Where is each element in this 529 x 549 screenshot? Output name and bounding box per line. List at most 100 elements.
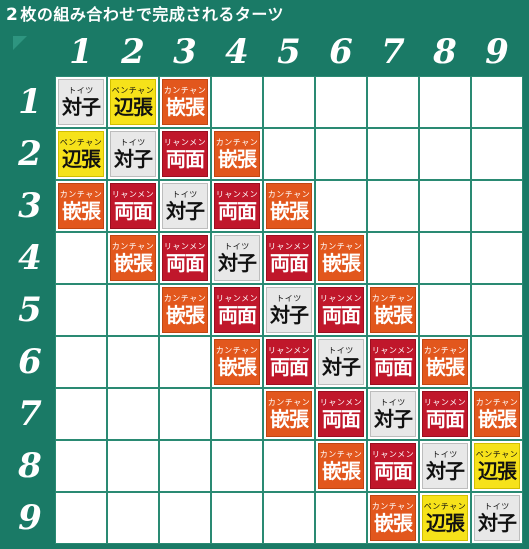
title-text: 枚の組み合わせで完成されるターツ: [20, 5, 285, 24]
column-header-2: 2: [107, 28, 159, 76]
cell-r3-c3: トイツ 対子: [159, 180, 211, 232]
penchan-tile: ペンチャン 辺張: [58, 131, 104, 177]
cell-r1-c6: [315, 76, 367, 128]
cell-r6-c4: カンチャン 嵌張: [211, 336, 263, 388]
cell-r5-c3: カンチャン 嵌張: [159, 284, 211, 336]
cell-r9-c9: トイツ 対子: [471, 492, 523, 544]
tile-label: 嵌張: [166, 303, 205, 327]
cell-r1-c3: カンチャン 嵌張: [159, 76, 211, 128]
cell-r9-c4: [211, 492, 263, 544]
cell-r6-c8: カンチャン 嵌張: [419, 336, 471, 388]
kanchan-tile: カンチャン 嵌張: [214, 339, 260, 385]
toitsu-tile: トイツ 対子: [474, 495, 520, 541]
cell-r7-c8: リャンメン 両面: [419, 388, 471, 440]
kanchan-tile: カンチャン 嵌張: [474, 391, 520, 437]
cell-r4-c8: [419, 232, 471, 284]
cell-r6-c6: トイツ 対子: [315, 336, 367, 388]
row-header-6: 6: [5, 336, 55, 388]
ryanmen-tile: リャンメン 両面: [318, 287, 364, 333]
toitsu-tile: トイツ 対子: [318, 339, 364, 385]
cell-r2-c6: [315, 128, 367, 180]
cell-r1-c4: [211, 76, 263, 128]
cell-r4-c7: [367, 232, 419, 284]
tile-label: 両面: [218, 303, 257, 327]
kanchan-tile: カンチャン 嵌張: [370, 495, 416, 541]
cell-r1-c7: [367, 76, 419, 128]
tile-label: 辺張: [114, 95, 153, 119]
toitsu-tile: トイツ 対子: [162, 183, 208, 229]
toitsu-tile: トイツ 対子: [58, 79, 104, 125]
tile-label: 対子: [322, 355, 361, 379]
penchan-tile: ペンチャン 辺張: [422, 495, 468, 541]
tile-label: 嵌張: [218, 355, 257, 379]
tile-label: 嵌張: [322, 459, 361, 483]
cell-r1-c1: トイツ 対子: [55, 76, 107, 128]
tile-label: 嵌張: [270, 199, 309, 223]
toitsu-tile: トイツ 対子: [110, 131, 156, 177]
column-header-9: 9: [471, 28, 523, 76]
cell-r2-c7: [367, 128, 419, 180]
column-header-5: 5: [263, 28, 315, 76]
tile-label: 対子: [114, 147, 153, 171]
cell-r1-c8: [419, 76, 471, 128]
cell-r2-c9: [471, 128, 523, 180]
kanchan-tile: カンチャン 嵌張: [58, 183, 104, 229]
row-header-5: 5: [5, 284, 55, 336]
cell-r8-c3: [159, 440, 211, 492]
column-header-7: 7: [367, 28, 419, 76]
cell-r9-c2: [107, 492, 159, 544]
cell-r9-c6: [315, 492, 367, 544]
tile-label: 嵌張: [478, 407, 517, 431]
toitsu-tile: トイツ 対子: [370, 391, 416, 437]
cell-r8-c2: [107, 440, 159, 492]
tile-label: 両面: [322, 303, 361, 327]
cell-r3-c1: カンチャン 嵌張: [55, 180, 107, 232]
tile-label: 嵌張: [218, 147, 257, 171]
cell-r8-c7: リャンメン 両面: [367, 440, 419, 492]
tile-label: 両面: [426, 407, 465, 431]
tile-label: 辺張: [62, 147, 101, 171]
cell-r8-c4: [211, 440, 263, 492]
tile-label: 両面: [218, 199, 257, 223]
cell-r6-c5: リャンメン 両面: [263, 336, 315, 388]
tile-label: 嵌張: [62, 199, 101, 223]
kanchan-tile: カンチャン 嵌張: [370, 287, 416, 333]
cell-r4-c6: カンチャン 嵌張: [315, 232, 367, 284]
tile-label: 嵌張: [374, 303, 413, 327]
tile-label: 嵌張: [114, 251, 153, 275]
row-header-8: 8: [5, 440, 55, 492]
cell-r5-c4: リャンメン 両面: [211, 284, 263, 336]
cell-r8-c1: [55, 440, 107, 492]
tile-label: 嵌張: [322, 251, 361, 275]
cell-r9-c3: [159, 492, 211, 544]
cell-r7-c5: カンチャン 嵌張: [263, 388, 315, 440]
cell-r2-c1: ペンチャン 辺張: [55, 128, 107, 180]
cell-r2-c3: リャンメン 両面: [159, 128, 211, 180]
toitsu-tile: トイツ 対子: [422, 443, 468, 489]
cell-r8-c6: カンチャン 嵌張: [315, 440, 367, 492]
tile-label: 嵌張: [270, 407, 309, 431]
cell-r2-c8: [419, 128, 471, 180]
tile-label: 両面: [114, 199, 153, 223]
tile-label: 両面: [270, 355, 309, 379]
kanchan-tile: カンチャン 嵌張: [214, 131, 260, 177]
tile-label: 対子: [426, 459, 465, 483]
row-header-9: 9: [5, 492, 55, 544]
row-header-2: 2: [5, 128, 55, 180]
column-header-1: 1: [55, 28, 107, 76]
tile-label: 対子: [270, 303, 309, 327]
cell-r1-c5: [263, 76, 315, 128]
cell-r9-c8: ペンチャン 辺張: [419, 492, 471, 544]
cell-r1-c2: ペンチャン 辺張: [107, 76, 159, 128]
cell-r2-c5: [263, 128, 315, 180]
cell-r7-c3: [159, 388, 211, 440]
ryanmen-tile: リャンメン 両面: [422, 391, 468, 437]
corner-triangle-icon: [13, 36, 27, 50]
tile-label: 両面: [166, 251, 205, 275]
corner-cell: [5, 28, 55, 76]
ryanmen-tile: リャンメン 両面: [318, 391, 364, 437]
tile-label: 対子: [62, 95, 101, 119]
tile-label: 対子: [166, 199, 205, 223]
taatsu-grid: 1 2 3 4 5 6 7 8 9 1 2 3 4 5 6 7 8 9 トイツ 対子 ペンチャン 辺張 カンチャン 嵌張 ペンチ…: [0, 28, 529, 549]
chart-title: 2 枚の組み合わせで完成されるターツ: [6, 3, 284, 27]
